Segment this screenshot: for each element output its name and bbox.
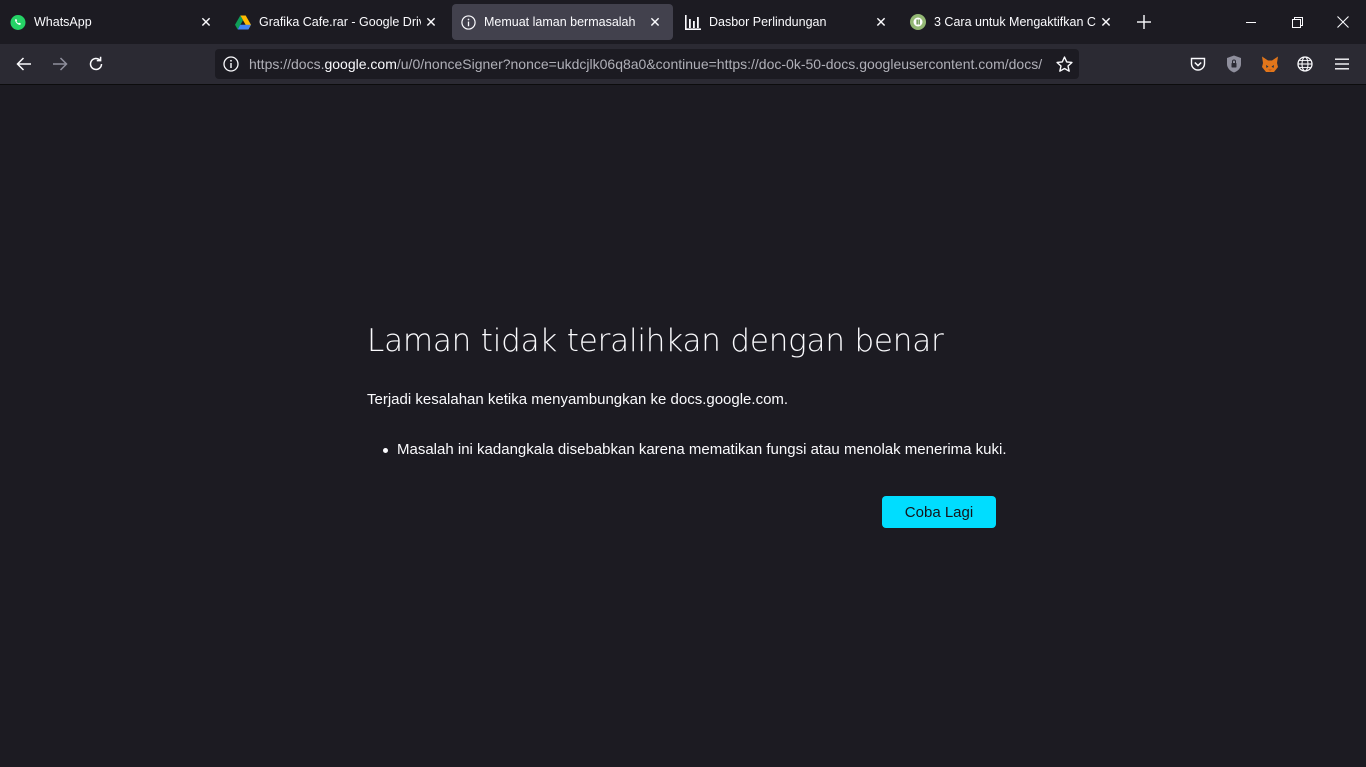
reload-button[interactable] xyxy=(80,48,112,80)
error-title: Laman tidak teralihkan dengan benar xyxy=(367,323,944,359)
site-favicon-icon xyxy=(910,14,926,30)
new-tab-button[interactable] xyxy=(1133,11,1155,33)
google-drive-icon xyxy=(235,14,251,30)
metamask-fox-icon[interactable] xyxy=(1259,53,1281,75)
tab-title: Grafika Cafe.rar - Google Drive xyxy=(259,15,421,29)
tab-close-icon[interactable]: ✕ xyxy=(871,12,891,32)
list-item-text: Masalah ini kadangkala disebabkan karena… xyxy=(397,441,1007,458)
tab-error-page[interactable]: Memuat laman bermasalah ✕ xyxy=(452,4,673,40)
bookmark-star-icon[interactable] xyxy=(1049,49,1079,79)
list-item: Masalah ini kadangkala disebabkan karena… xyxy=(383,441,1007,458)
bullet-icon xyxy=(383,448,388,453)
url-prefix: https://docs. xyxy=(249,56,325,72)
url-path: /u/0/nonceSigner?nonce=ukdcjlk06q8a0&con… xyxy=(396,56,1043,72)
tab-strip: WhatsApp ✕ Grafika Cafe.rar - Google Dri… xyxy=(0,0,1366,44)
tab-close-icon[interactable]: ✕ xyxy=(645,12,665,32)
tab-title: Memuat laman bermasalah xyxy=(484,15,636,29)
arrow-left-icon xyxy=(16,57,31,71)
back-button[interactable] xyxy=(8,48,40,80)
extension-shield-icon[interactable] xyxy=(1223,53,1245,75)
minimize-icon xyxy=(1246,22,1256,23)
tab-close-icon[interactable]: ✕ xyxy=(196,12,216,32)
forward-button[interactable] xyxy=(44,48,76,80)
globe-icon[interactable] xyxy=(1294,53,1316,75)
pocket-icon[interactable] xyxy=(1187,53,1209,75)
tab-protection-dashboard[interactable]: Dasbor Perlindungan ✕ xyxy=(677,4,899,40)
tab-title: WhatsApp xyxy=(34,15,92,29)
restore-button[interactable] xyxy=(1274,0,1320,44)
error-description: Terjadi kesalahan ketika menyambungkan k… xyxy=(367,391,789,408)
close-window-button[interactable] xyxy=(1320,0,1366,44)
tab-title: Dasbor Perlindungan xyxy=(709,15,827,29)
tab-cookie-article[interactable]: 3 Cara untuk Mengaktifkan Cookie ✕ xyxy=(902,4,1124,40)
tab-close-icon[interactable]: ✕ xyxy=(1096,12,1116,32)
tab-close-icon[interactable]: ✕ xyxy=(421,12,441,32)
url-text[interactable]: https://docs.google.com/u/0/nonceSigner?… xyxy=(246,56,1049,72)
error-suggestions-list: Masalah ini kadangkala disebabkan karena… xyxy=(383,441,1007,458)
url-host: google.com xyxy=(324,56,397,72)
tab-google-drive[interactable]: Grafika Cafe.rar - Google Drive ✕ xyxy=(227,4,449,40)
whatsapp-icon xyxy=(10,14,26,30)
reload-icon xyxy=(89,56,103,71)
minimize-button[interactable] xyxy=(1228,0,1274,44)
arrow-right-icon xyxy=(53,57,68,71)
tab-whatsapp[interactable]: WhatsApp ✕ xyxy=(2,4,224,40)
address-bar[interactable]: https://docs.google.com/u/0/nonceSigner?… xyxy=(215,49,1079,79)
tab-title: 3 Cara untuk Mengaktifkan Cookie xyxy=(934,15,1096,29)
restore-icon xyxy=(1291,16,1303,28)
site-info-icon[interactable] xyxy=(216,49,246,79)
info-icon xyxy=(460,14,476,30)
dashboard-chart-icon xyxy=(685,14,701,30)
try-again-button[interactable]: Coba Lagi xyxy=(882,496,996,528)
plus-icon xyxy=(1137,15,1151,29)
close-icon xyxy=(1337,16,1349,28)
hamburger-menu-icon[interactable] xyxy=(1331,53,1353,75)
navigation-toolbar: https://docs.google.com/u/0/nonceSigner?… xyxy=(0,44,1366,85)
